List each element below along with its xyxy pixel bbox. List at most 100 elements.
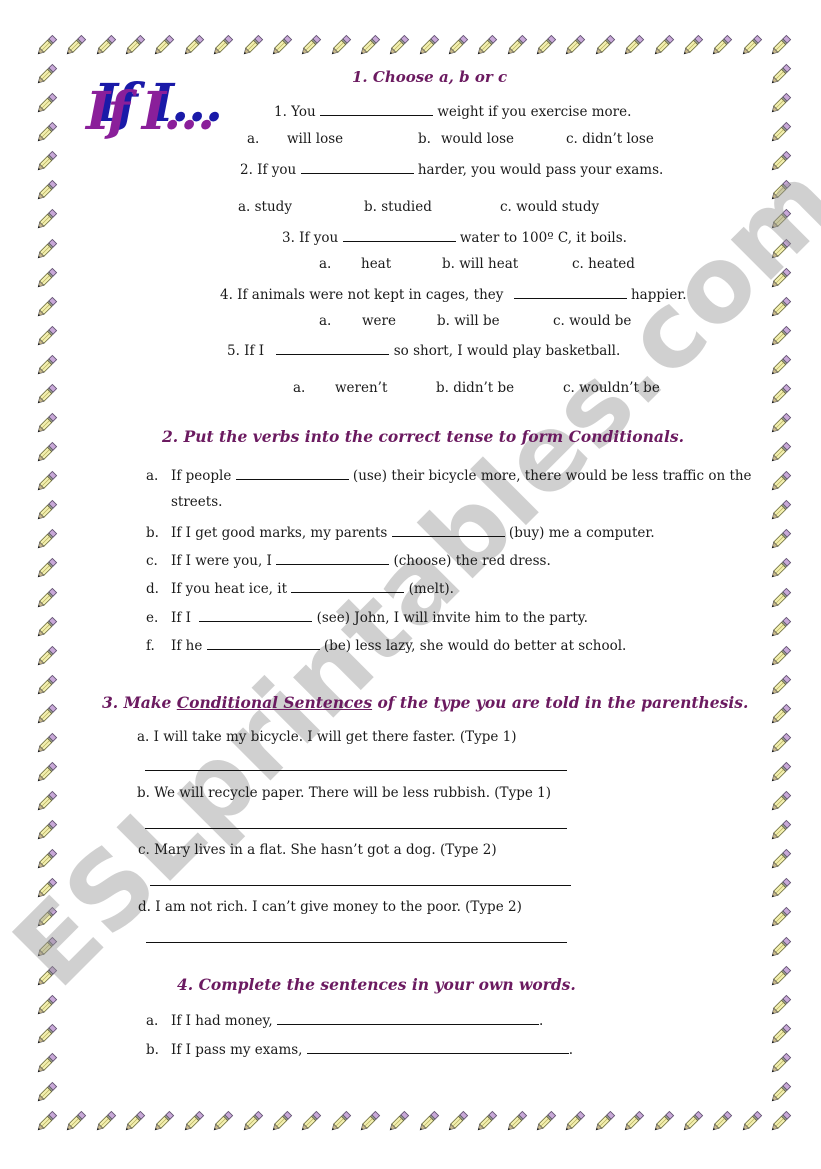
pencil-icon (33, 556, 59, 582)
pencil-icon (767, 818, 793, 844)
pencil-icon (767, 498, 793, 524)
pencil-icon (473, 33, 499, 59)
pencil-icon (356, 33, 382, 59)
pencil-icon (33, 120, 59, 146)
option-label: b. (418, 131, 431, 147)
option-text: a. study (238, 199, 292, 215)
pencil-icon (444, 33, 470, 59)
pencil-icon (33, 964, 59, 990)
pencil-icon (327, 33, 353, 59)
pencil-icon (33, 731, 59, 757)
answer-blank[interactable] (276, 553, 390, 565)
question-5: 5. If I so short, I would play basketbal… (227, 343, 620, 359)
pencil-icon (767, 1109, 793, 1135)
option-text: will lose (287, 131, 344, 147)
pencil-icon (33, 993, 59, 1019)
section2-item-e: e. If I (see) John, I will invite him to … (146, 610, 588, 626)
option-text: heat (361, 256, 392, 272)
section2-item-b: b. If I get good marks, my parents (buy) … (146, 525, 655, 541)
item-letter: b. (146, 525, 159, 541)
pencil-icon (33, 237, 59, 263)
pencil-icon (444, 1109, 470, 1135)
section4-title: 4. Complete the sentences in your own wo… (177, 975, 576, 994)
answer-blank[interactable] (513, 287, 627, 299)
answer-line[interactable] (150, 885, 571, 886)
pencil-icon (767, 964, 793, 990)
pencil-icon (767, 120, 793, 146)
pencil-icon (561, 1109, 587, 1135)
pencil-icon (33, 818, 59, 844)
pencil-icon (620, 33, 646, 59)
answer-blank[interactable] (235, 468, 349, 480)
pencil-icon (33, 789, 59, 815)
item-letter: c. (146, 553, 158, 569)
answer-blank[interactable] (342, 230, 456, 242)
answer-blank[interactable] (300, 162, 414, 174)
pencil-icon (33, 498, 59, 524)
pencil-icon (297, 33, 323, 59)
pencil-icon (767, 62, 793, 88)
pencil-icon (767, 556, 793, 582)
pencil-icon (767, 586, 793, 612)
pencil-icon (209, 1109, 235, 1135)
pencil-icon (92, 33, 118, 59)
answer-blank[interactable] (276, 1013, 539, 1025)
item-text: If I were you, I (171, 553, 272, 569)
pencil-icon (33, 673, 59, 699)
item-text: If I get good marks, my parents (171, 525, 388, 541)
option-text: would lose (441, 131, 514, 147)
answer-line[interactable] (145, 828, 567, 829)
pencil-icon (268, 33, 294, 59)
answer-line[interactable] (145, 770, 567, 771)
answer-blank[interactable] (276, 343, 390, 355)
pencil-icon (239, 33, 265, 59)
pencil-icon (532, 33, 558, 59)
item-text: (use) their bicycle more, there would be… (352, 468, 752, 484)
pencil-icon (33, 702, 59, 728)
answer-blank[interactable] (306, 1042, 569, 1054)
pencil-icon (767, 1080, 793, 1106)
question-3: 3. If you water to 100º C, it boils. (282, 230, 627, 246)
item-letter: a. (146, 468, 159, 484)
question-text: weight if you exercise more. (437, 104, 632, 120)
pencil-icon (767, 353, 793, 379)
answer-blank[interactable] (391, 525, 505, 537)
answer-blank[interactable] (320, 104, 434, 116)
answer-blank[interactable] (206, 638, 320, 650)
pencil-icon (33, 149, 59, 175)
pencil-icon (180, 1109, 206, 1135)
pencil-icon (33, 411, 59, 437)
pencil-icon (767, 411, 793, 437)
pencil-icon (591, 33, 617, 59)
pencil-icon (767, 615, 793, 641)
item-text: (melt). (408, 581, 454, 597)
pencil-icon (209, 33, 235, 59)
pencil-icon (150, 33, 176, 59)
worksheet-page: ESLprintables.com If I… If I… 1. Choose … (0, 0, 821, 1169)
pencil-icon (385, 1109, 411, 1135)
section4-item-b: b. If I pass my exams, . (146, 1042, 573, 1058)
item-text: (be) less lazy, she would do better at s… (323, 638, 627, 654)
watermark: ESLprintables.com (0, 140, 821, 1010)
pencil-icon (33, 353, 59, 379)
answer-line[interactable] (146, 942, 567, 943)
pencil-icon (767, 33, 793, 59)
question-text: happier. (630, 287, 687, 303)
pencil-icon (33, 469, 59, 495)
pencil-icon (33, 33, 59, 59)
pencil-icon (767, 178, 793, 204)
pencil-icon (767, 789, 793, 815)
pencil-icon (415, 33, 441, 59)
item-letter: a. (146, 1013, 159, 1029)
pencil-icon (503, 1109, 529, 1135)
section2-item-f: f. If he (be) less lazy, she would do bet… (146, 638, 626, 654)
answer-blank[interactable] (291, 581, 405, 593)
pencil-icon (33, 207, 59, 233)
answer-blank[interactable] (199, 610, 313, 622)
item-text: If I had money, (171, 1013, 273, 1029)
pencil-icon (297, 1109, 323, 1135)
logo-text: If I… (86, 81, 215, 142)
pencil-icon (33, 1051, 59, 1077)
pencil-icon (767, 469, 793, 495)
pencil-icon (767, 935, 793, 961)
